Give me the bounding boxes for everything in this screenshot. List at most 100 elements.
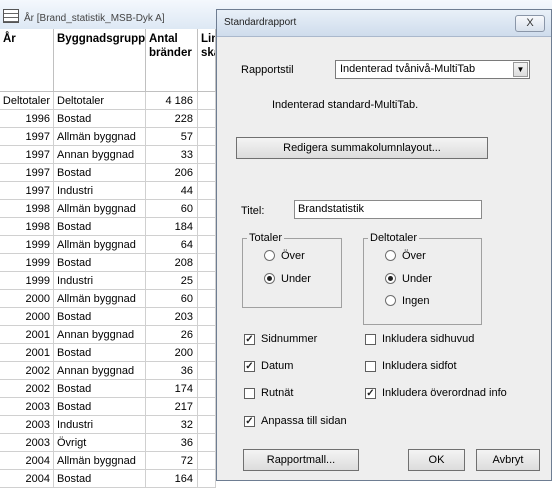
include-header-checkbox[interactable]: [365, 334, 376, 345]
table-row[interactable]: 2002 Bostad 174: [0, 380, 216, 398]
subtotals-none-label: Ingen: [402, 295, 430, 307]
totals-under-radio[interactable]: [264, 273, 275, 284]
year-cell: 2000: [0, 308, 54, 326]
dialog-titlebar: Standardrapport X: [217, 10, 551, 37]
standard-report-dialog: Standardrapport X Rapportstil Indenterad…: [216, 9, 552, 481]
table-row[interactable]: 2000 Bostad 203: [0, 308, 216, 326]
extra-cell: [198, 398, 216, 416]
building-type-cell: Allmän byggnad: [54, 128, 146, 146]
table-row[interactable]: 2003 Övrigt 36: [0, 434, 216, 452]
table-row[interactable]: 1996 Bostad 228: [0, 110, 216, 128]
year-cell: 2000: [0, 290, 54, 308]
year-cell: 2001: [0, 326, 54, 344]
building-type-cell: Bostad: [54, 380, 146, 398]
column-header-fire-count[interactable]: Antal bränder: [146, 29, 198, 92]
table-row[interactable]: 2004 Bostad 164: [0, 470, 216, 488]
fit-to-page-checkbox[interactable]: ✓: [244, 416, 255, 427]
fire-count-cell: 32: [146, 416, 198, 434]
gridlines-checkbox[interactable]: [244, 388, 255, 399]
include-parent-info-checkbox[interactable]: ✓: [365, 388, 376, 399]
fire-count-cell: 26: [146, 326, 198, 344]
table-row[interactable]: 1997 Industri 44: [0, 182, 216, 200]
column-header-building-type[interactable]: Byggnadsgrupp: [54, 29, 146, 92]
column-header-year[interactable]: År: [0, 29, 54, 92]
building-type-cell: Deltotaler: [54, 92, 146, 110]
subtotals-none-radio[interactable]: [385, 295, 396, 306]
include-footer-checkbox[interactable]: [365, 361, 376, 372]
totals-legend: Totaler: [249, 232, 283, 244]
table-row[interactable]: 1999 Allmän byggnad 64: [0, 236, 216, 254]
chevron-down-icon[interactable]: ▼: [513, 62, 528, 77]
extra-cell: [198, 344, 216, 362]
extra-cell: [198, 434, 216, 452]
totals-over-radio[interactable]: [264, 250, 275, 261]
year-cell: 2002: [0, 380, 54, 398]
totals-over-label: Över: [281, 250, 305, 262]
edit-summary-layout-button[interactable]: Redigera summakolumnlayout...: [236, 137, 488, 159]
table-row[interactable]: 2000 Allmän byggnad 60: [0, 290, 216, 308]
extra-cell: [198, 218, 216, 236]
year-cell: 1997: [0, 182, 54, 200]
close-button[interactable]: X: [515, 15, 545, 32]
cancel-button[interactable]: Avbryt: [476, 449, 540, 471]
table-row[interactable]: 1997 Annan byggnad 33: [0, 146, 216, 164]
extra-cell: [198, 326, 216, 344]
ok-button[interactable]: OK: [408, 449, 465, 471]
report-style-description: Indenterad standard-MultiTab.: [272, 99, 419, 111]
table-row[interactable]: 1997 Allmän byggnad 57: [0, 128, 216, 146]
year-cell: 1999: [0, 254, 54, 272]
table-row[interactable]: 2003 Bostad 217: [0, 398, 216, 416]
building-type-cell: Bostad: [54, 254, 146, 272]
building-type-cell: Industri: [54, 416, 146, 434]
totals-under-label: Under: [281, 273, 311, 285]
building-type-cell: Bostad: [54, 470, 146, 488]
extra-cell: [198, 272, 216, 290]
include-parent-info-label: Inkludera överordnad info: [382, 387, 507, 399]
year-cell: 2002: [0, 362, 54, 380]
date-checkbox[interactable]: ✓: [244, 361, 255, 372]
building-type-cell: Bostad: [54, 344, 146, 362]
year-cell: 1996: [0, 110, 54, 128]
year-cell: 1997: [0, 164, 54, 182]
include-footer-label: Inkludera sidfot: [382, 360, 457, 372]
fire-count-cell: 72: [146, 452, 198, 470]
table-row[interactable]: 1999 Industri 25: [0, 272, 216, 290]
subtotals-legend: Deltotaler: [370, 232, 418, 244]
table-row[interactable]: 1998 Allmän byggnad 60: [0, 200, 216, 218]
subtotals-under-label: Under: [402, 273, 432, 285]
title-input[interactable]: Brandstatistik: [294, 200, 482, 219]
extra-cell: [198, 110, 216, 128]
report-template-button[interactable]: Rapportmall...: [243, 449, 359, 471]
report-style-value: Indenterad tvånivå-MultiTab: [340, 63, 476, 75]
year-cell: 2001: [0, 344, 54, 362]
building-type-cell: Bostad: [54, 398, 146, 416]
table-row[interactable]: 1999 Bostad 208: [0, 254, 216, 272]
extra-cell: [198, 164, 216, 182]
report-style-select[interactable]: Indenterad tvånivå-MultiTab ▼: [335, 60, 530, 79]
page-numbers-checkbox[interactable]: ✓: [244, 334, 255, 345]
year-cell: Deltotaler: [0, 92, 54, 110]
table-row[interactable]: 1997 Bostad 206: [0, 164, 216, 182]
table-row[interactable]: 2001 Bostad 200: [0, 344, 216, 362]
year-cell: 1999: [0, 272, 54, 290]
table-row[interactable]: 2003 Industri 32: [0, 416, 216, 434]
extra-cell: [198, 200, 216, 218]
building-type-cell: Bostad: [54, 164, 146, 182]
table-row[interactable]: 2001 Annan byggnad 26: [0, 326, 216, 344]
extra-cell: [198, 146, 216, 164]
building-type-cell: Bostad: [54, 218, 146, 236]
year-cell: 2003: [0, 398, 54, 416]
table-row[interactable]: Deltotaler Deltotaler 4 186: [0, 92, 216, 110]
subtotals-over-radio[interactable]: [385, 250, 396, 261]
table-row[interactable]: 1998 Bostad 184: [0, 218, 216, 236]
column-header-extra[interactable]: Lin ska: [198, 29, 216, 92]
extra-cell: [198, 92, 216, 110]
fire-count-cell: 36: [146, 434, 198, 452]
fire-count-cell: 228: [146, 110, 198, 128]
subtotals-under-radio[interactable]: [385, 273, 396, 284]
table-row[interactable]: 2002 Annan byggnad 36: [0, 362, 216, 380]
table-row[interactable]: 2004 Allmän byggnad 72: [0, 452, 216, 470]
year-cell: 1997: [0, 128, 54, 146]
fire-count-cell: 60: [146, 290, 198, 308]
building-type-cell: Bostad: [54, 308, 146, 326]
